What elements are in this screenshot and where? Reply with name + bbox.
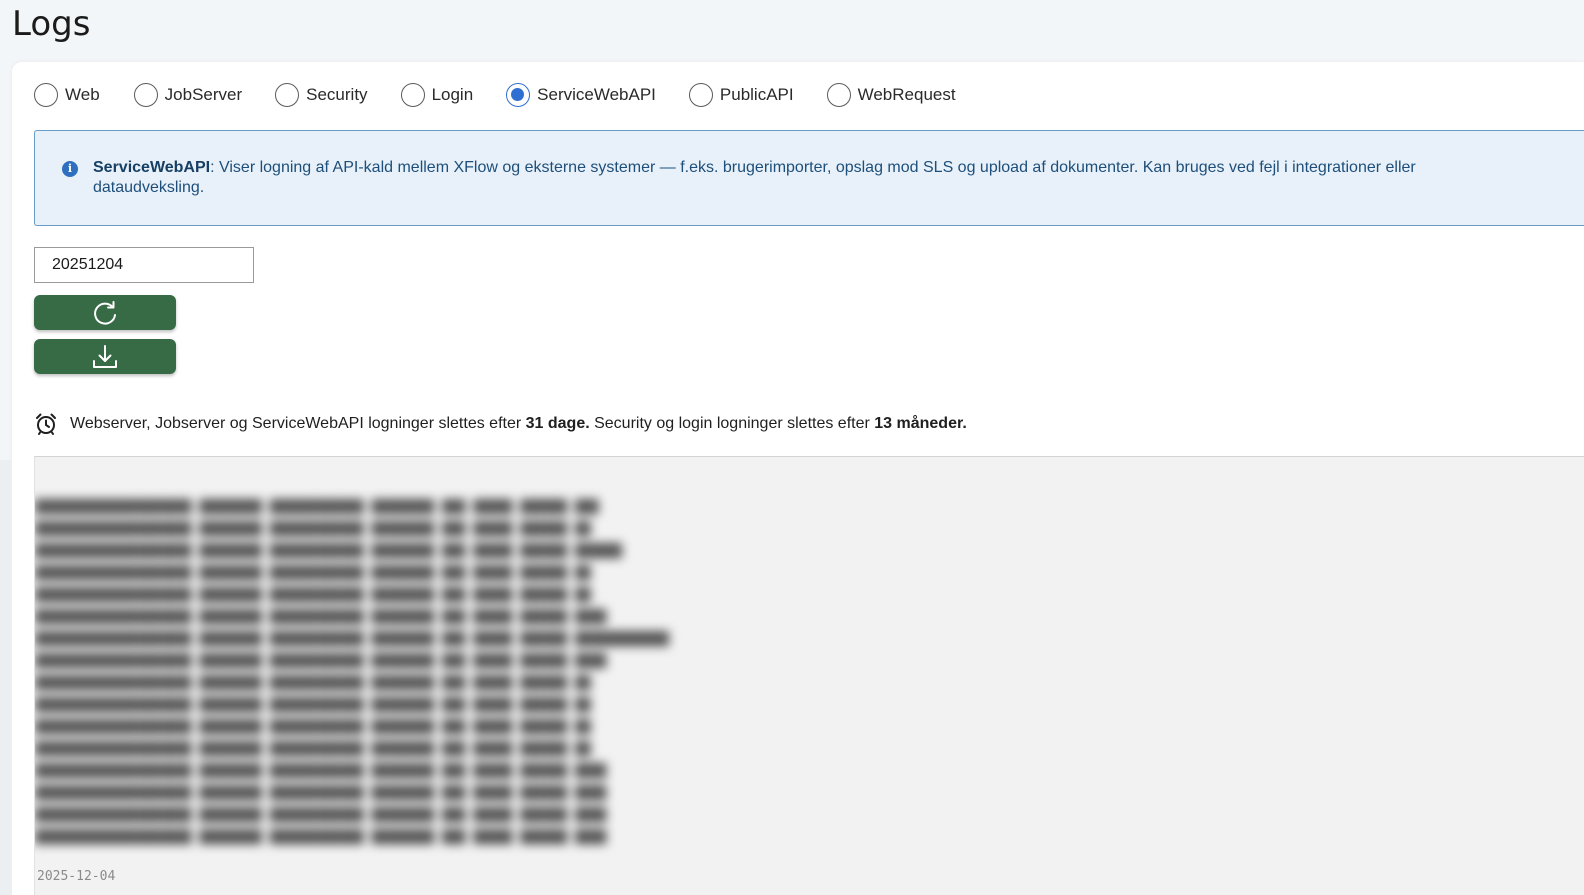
- radio-security-circle[interactable]: [275, 83, 300, 107]
- radio-servicewebapi[interactable]: ServiceWebAPI: [506, 83, 656, 107]
- retention-days: 31 dage.: [525, 415, 590, 432]
- date-filter-input[interactable]: [34, 247, 254, 283]
- radio-login[interactable]: Login: [400, 83, 474, 107]
- radio-login-label: Login: [431, 85, 474, 104]
- info-alert: i ServiceWebAPI: Viser logning af API-ka…: [34, 130, 1584, 226]
- radio-publicapi-circle[interactable]: [688, 83, 713, 107]
- retention-notice: Webserver, Jobserver og ServiceWebAPI lo…: [34, 412, 967, 436]
- radio-jobserver-label: JobServer: [164, 85, 243, 104]
- retention-months: 13 måneder.: [874, 415, 967, 432]
- info-alert-body: : Viser logning af API-kald mellem XFlow…: [93, 159, 1416, 196]
- radio-web-circle[interactable]: [34, 83, 58, 107]
- radio-servicewebapi-circle[interactable]: [506, 83, 531, 107]
- radio-web[interactable]: Web: [34, 83, 100, 107]
- info-circle-icon: i: [62, 161, 78, 177]
- info-alert-title: ServiceWebAPI: [93, 159, 211, 176]
- info-alert-text: ServiceWebAPI: Viser logning af API-kald…: [93, 158, 1473, 198]
- radio-publicapi-label: PublicAPI: [719, 85, 794, 104]
- download-icon: [93, 344, 117, 368]
- radio-web-label: Web: [65, 85, 100, 104]
- download-button[interactable]: [34, 339, 176, 374]
- radio-jobserver-circle[interactable]: [133, 83, 158, 107]
- refresh-button[interactable]: [34, 295, 176, 330]
- radio-webrequest-label: WebRequest: [857, 85, 956, 104]
- log-output[interactable]: ████████████████████ ████████ ██████████…: [34, 456, 1584, 895]
- left-gutter: [0, 460, 12, 895]
- radio-publicapi[interactable]: PublicAPI: [688, 83, 794, 107]
- log-line-date: 2025-12-04: [37, 869, 116, 884]
- radio-security-label: Security: [306, 85, 368, 104]
- radio-servicewebapi-label: ServiceWebAPI: [537, 85, 656, 104]
- radio-webrequest[interactable]: WebRequest: [826, 83, 956, 107]
- radio-webrequest-circle[interactable]: [826, 83, 851, 107]
- retention-part2: Security og login logninger slettes efte…: [589, 415, 875, 432]
- radio-security[interactable]: Security: [275, 83, 368, 107]
- retention-text: Webserver, Jobserver og ServiceWebAPI lo…: [70, 415, 967, 433]
- page-title: Logs: [12, 4, 91, 44]
- log-type-radio-group: Web JobServer Security Login ServiceWebA…: [34, 82, 956, 108]
- log-lines-blurred: ████████████████████ ████████ ██████████…: [35, 500, 669, 845]
- alarm-clock-icon: [34, 412, 58, 436]
- retention-part1: Webserver, Jobserver og ServiceWebAPI lo…: [70, 415, 526, 432]
- radio-login-circle[interactable]: [400, 83, 425, 107]
- radio-jobserver[interactable]: JobServer: [133, 83, 243, 107]
- logs-card: Web JobServer Security Login ServiceWebA…: [12, 62, 1584, 895]
- refresh-icon: [94, 300, 116, 325]
